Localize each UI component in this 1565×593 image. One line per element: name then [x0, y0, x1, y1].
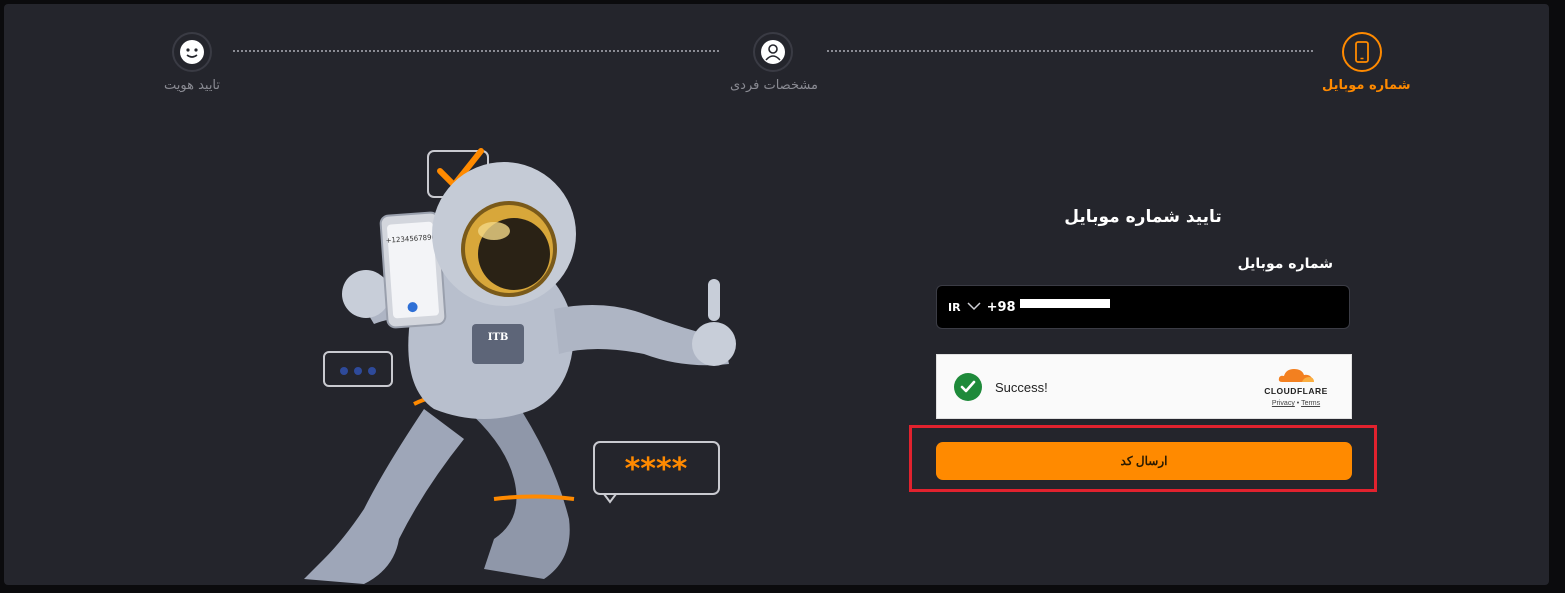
check-circle-icon — [954, 373, 982, 401]
step-label: تایید هویت — [163, 78, 221, 93]
stepper-connector — [233, 50, 719, 52]
country-code-selector[interactable]: IR — [948, 301, 961, 314]
step-personal-info: مشخصات فردی — [730, 32, 818, 93]
svg-text:****: **** — [625, 452, 688, 487]
privacy-link[interactable]: Privacy — [1272, 400, 1295, 407]
highlight-box — [909, 425, 1377, 492]
captcha-status: Success! — [995, 380, 1048, 395]
cloudflare-brand: CLOUDFLARE — [1264, 386, 1328, 396]
mobile-phone-icon — [1342, 32, 1382, 72]
password-bubble-icon: **** — [593, 441, 720, 504]
stepper-connector — [827, 50, 1313, 52]
dial-code: +98 — [986, 299, 1016, 315]
chevron-down-icon[interactable] — [967, 300, 981, 314]
phone-input-group: IR +98 — [936, 285, 1350, 329]
svg-text:ITB: ITB — [488, 332, 509, 343]
page-frame: تایید هویت مشخصات فردی شماره موبایل ****… — [4, 4, 1549, 585]
cloudflare-turnstile[interactable]: Success! CLOUDFLARE Privacy • Terms — [936, 354, 1352, 419]
user-icon — [753, 32, 793, 72]
step-identity-verification: تایید هویت — [156, 32, 228, 93]
step-mobile-number: شماره موبایل — [1322, 32, 1411, 93]
redacted-phone-number — [1020, 299, 1110, 308]
cloud-icon — [1278, 369, 1314, 382]
astronaut-illustration: **** ITB +1234567890 — [304, 139, 744, 585]
step-label: شماره موبایل — [1322, 78, 1411, 93]
cloudflare-logo: CLOUDFLARE Privacy • Terms — [1256, 366, 1336, 407]
face-id-icon — [172, 32, 212, 72]
typing-bubble-icon — [323, 351, 393, 387]
captcha-links: Privacy • Terms — [1256, 400, 1336, 407]
page-title: تایید شماره موبایل — [1064, 207, 1222, 227]
terms-link[interactable]: Terms — [1301, 400, 1320, 407]
phone-field-label: شماره موبایل — [1237, 256, 1333, 272]
link-separator: • — [1296, 400, 1300, 407]
step-label: مشخصات فردی — [730, 78, 818, 93]
